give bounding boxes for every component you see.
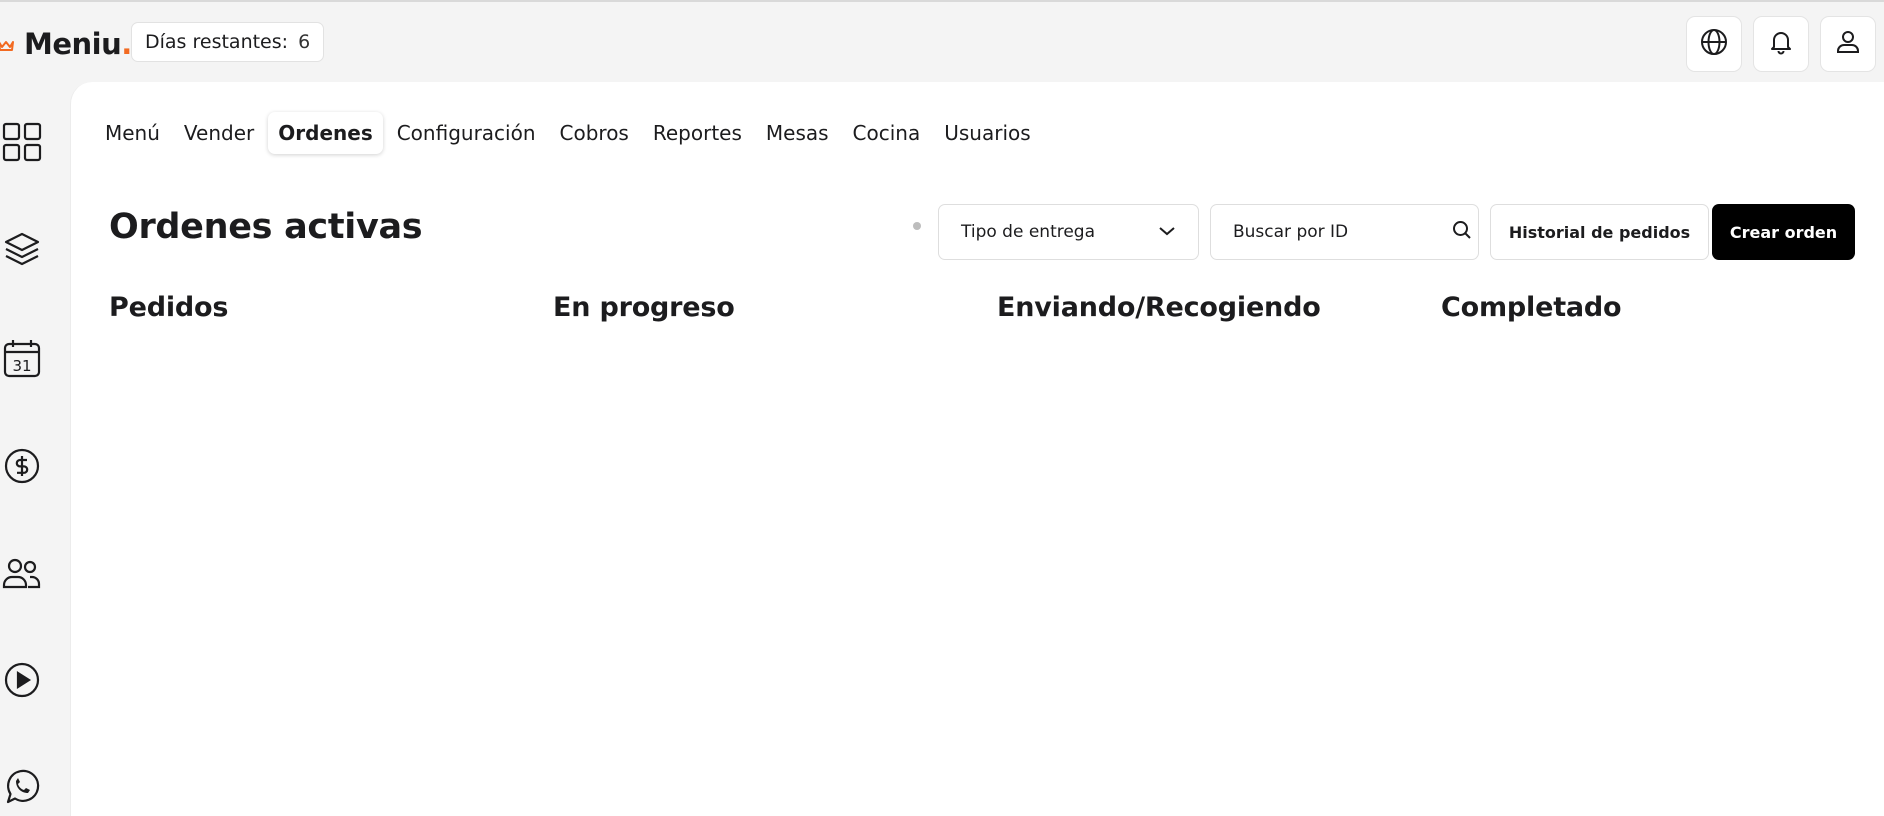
app-header: Meniu . Días restantes: 6 <box>0 2 1884 82</box>
page-title: Ordenes activas <box>109 207 423 247</box>
svg-text:31: 31 <box>12 357 31 375</box>
calendar-icon: 31 <box>3 338 41 382</box>
main-panel: Menú Vender Ordenes Configuración Cobros… <box>70 82 1884 816</box>
grid-icon <box>2 122 42 166</box>
tab-configuracion[interactable]: Configuración <box>387 112 546 154</box>
brand-name: Meniu <box>24 27 122 61</box>
sidebar: 31 <box>0 82 70 816</box>
tab-menu[interactable]: Menú <box>95 112 170 154</box>
tab-ordenes[interactable]: Ordenes <box>268 112 383 154</box>
search-icon[interactable] <box>1452 220 1472 244</box>
sidebar-item-layers[interactable] <box>0 229 44 273</box>
layers-icon <box>3 230 41 272</box>
users-icon <box>2 557 42 595</box>
user-icon <box>1834 28 1862 60</box>
bell-icon <box>1767 28 1795 60</box>
days-remaining-value: 6 <box>298 31 311 53</box>
column-title-completado: Completado <box>1441 292 1622 323</box>
dollar-circle-icon <box>3 447 41 489</box>
column-title-en-progreso: En progreso <box>553 292 735 323</box>
sidebar-item-tutorials[interactable] <box>0 660 44 704</box>
crown-logo-icon <box>0 33 14 55</box>
status-dot <box>913 222 921 230</box>
delivery-type-value: Tipo de entrega <box>961 222 1096 242</box>
globe-icon <box>1699 27 1729 61</box>
search-box <box>1210 204 1479 260</box>
notifications-button[interactable] <box>1753 16 1809 72</box>
create-order-button[interactable]: Crear orden <box>1712 204 1855 260</box>
delivery-type-select[interactable]: Tipo de entrega <box>938 204 1199 260</box>
sidebar-item-users[interactable] <box>0 554 44 598</box>
sidebar-item-calendar[interactable]: 31 <box>0 338 44 382</box>
profile-button[interactable] <box>1820 16 1876 72</box>
tab-vender[interactable]: Vender <box>174 112 264 154</box>
column-title-enviando-recogiendo: Enviando/Recogiendo <box>997 292 1321 323</box>
language-button[interactable] <box>1686 16 1742 72</box>
order-history-button[interactable]: Historial de pedidos <box>1490 204 1709 260</box>
play-circle-icon <box>3 661 41 703</box>
chevron-down-icon <box>1158 222 1176 242</box>
days-remaining-label: Días restantes: <box>145 31 289 53</box>
sidebar-item-payments[interactable] <box>0 446 44 490</box>
whatsapp-icon <box>3 768 41 810</box>
days-remaining-badge: Días restantes: 6 <box>131 22 325 62</box>
search-input[interactable] <box>1233 222 1452 242</box>
tab-cocina[interactable]: Cocina <box>843 112 931 154</box>
tab-reportes[interactable]: Reportes <box>643 112 752 154</box>
tab-bar: Menú Vender Ordenes Configuración Cobros… <box>95 112 1041 154</box>
sidebar-item-whatsapp[interactable] <box>0 767 44 811</box>
tab-mesas[interactable]: Mesas <box>756 112 839 154</box>
column-title-pedidos: Pedidos <box>109 292 229 323</box>
tab-cobros[interactable]: Cobros <box>550 112 639 154</box>
tab-usuarios[interactable]: Usuarios <box>934 112 1040 154</box>
brand[interactable]: Meniu . <box>0 24 132 64</box>
sidebar-item-dashboard[interactable] <box>0 122 44 166</box>
